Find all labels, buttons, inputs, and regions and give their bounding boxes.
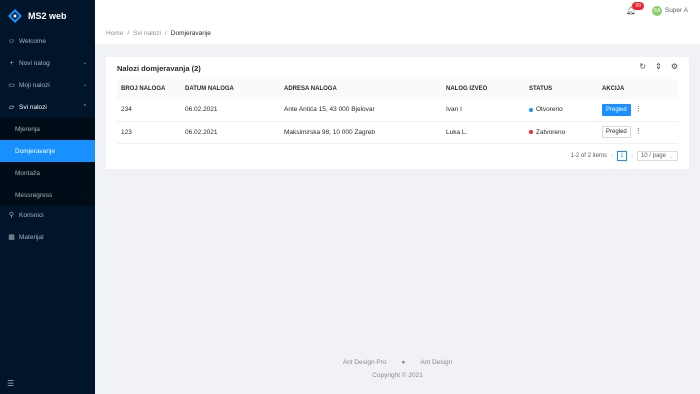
copyright: Copyright © 2021 — [372, 372, 423, 379]
user-icon: ⚲ — [8, 212, 15, 219]
sidebar-subitem-mjerenja[interactable]: Mjerenja — [0, 118, 95, 140]
sidebar-subitem-messregress[interactable]: Messregress — [0, 184, 95, 206]
pagination: 1-2 of 2 items ‹ 1 › 10 / page ⌄ — [571, 151, 678, 161]
smile-icon: ☺ — [7, 37, 16, 45]
sidebar-item-novi-nalog[interactable]: + Novi nalog ⌄ — [0, 52, 95, 74]
breadcrumb: Home / Svi nalozi / Domjeravanje — [95, 22, 700, 44]
sidebar-subitem-montaza[interactable]: Montaža — [0, 162, 95, 184]
status-text: Zatvoreno — [536, 128, 566, 136]
avatar[interactable]: SA — [652, 6, 662, 16]
orders-card: Nalozi domjeravanja (2) ↻ ⇕ ⚙ BROJ NALOG… — [106, 57, 689, 169]
folder-open-icon: ▱ — [8, 104, 15, 111]
chevron-right-icon[interactable]: › — [631, 153, 633, 159]
column-header: STATUS — [525, 79, 598, 99]
sidebar-item-korisnici[interactable]: ⚲ Korisnici — [0, 204, 95, 226]
cell-broj: 123 — [117, 121, 181, 144]
cell-akcija: Pregled ⋮ — [598, 121, 678, 144]
column-header: ADRESA NALOGA — [280, 79, 442, 99]
header: 🔔︎ 99 SA Super A — [95, 0, 700, 22]
cell-datum: 06.02.2021 — [181, 121, 280, 144]
reload-icon[interactable]: ↻ — [639, 62, 646, 71]
cell-adresa: Ante Antića 15, 43 000 Bjelovar — [280, 99, 442, 122]
pregled-button[interactable]: Pregled — [602, 126, 631, 138]
sidebar-item-label: Materijal — [19, 233, 44, 241]
table-row: 234 06.02.2021 Ante Antića 15, 43 000 Bj… — [117, 99, 678, 122]
notification-badge: 99 — [632, 2, 644, 10]
more-icon[interactable]: ⋮ — [635, 128, 642, 135]
footer-link-ant-design[interactable]: Ant Design — [420, 359, 452, 366]
user-name[interactable]: Super A — [665, 7, 688, 14]
footer-link-ant-design-pro[interactable]: Ant Design Pro — [343, 359, 387, 366]
breadcrumb-separator: / — [164, 29, 167, 37]
logo[interactable]: MS2 web — [8, 8, 67, 24]
breadcrumb-svi-nalozi[interactable]: Svi nalozi — [133, 30, 161, 37]
sidebar-item-label: Korisnici — [19, 211, 44, 219]
breadcrumb-current: Domjeravanje — [170, 29, 211, 37]
table-header-row: BROJ NALOGA DATUM NALOGA ADRESA NALOGA N… — [117, 79, 678, 99]
cell-izveo: Ivan I — [442, 99, 525, 122]
chevron-down-icon: ⌄ — [82, 60, 87, 66]
page-number[interactable]: 1 — [616, 151, 627, 161]
folder-icon: ▭ — [8, 82, 15, 89]
page-size-select[interactable]: 10 / page ⌄ — [636, 151, 678, 161]
sidebar-item-materijal[interactable]: ▦ Materijal — [0, 226, 95, 248]
sidebar-subitem-label: Mjerenja — [15, 125, 40, 133]
cell-akcija: Pregled ⋮ — [598, 99, 678, 122]
column-header: BROJ NALOGA — [117, 79, 181, 99]
column-header: NALOG IZVEO — [442, 79, 525, 99]
footer: Ant Design Pro ● Ant Design Copyright © … — [95, 359, 700, 379]
cell-broj: 234 — [117, 99, 181, 122]
sidebar-item-welcome[interactable]: ☺ Welcome — [0, 30, 95, 52]
sidebar-item-label: Novi nalog — [19, 59, 50, 67]
sidebar-item-moji-nalozi[interactable]: ▭ Moji nalozi ⌄ — [0, 74, 95, 96]
chevron-down-icon: ⌄ — [82, 82, 87, 88]
sidebar-item-label: Moji nalozi — [19, 81, 50, 89]
table-row: 123 06.02.2021 Maksimirska 98, 10 000 Za… — [117, 121, 678, 144]
column-header: AKCIJA — [598, 79, 678, 99]
table-toolbar: ↻ ⇕ ⚙ — [639, 62, 678, 71]
sidebar-item-label: Svi nalozi — [19, 103, 47, 111]
plus-icon: + — [9, 59, 14, 67]
column-header: DATUM NALOGA — [181, 79, 280, 99]
github-icon[interactable]: ● — [401, 359, 405, 366]
sidebar-item-svi-nalozi[interactable]: ▱ Svi nalozi ⌃ — [0, 96, 95, 118]
sidebar-subitem-label: Montaža — [15, 169, 40, 177]
breadcrumb-home[interactable]: Home — [106, 30, 123, 37]
menu-fold-icon[interactable]: ☰ — [7, 379, 14, 388]
cell-status: Zatvoreno — [525, 121, 598, 144]
sidebar-subitem-label: Messregress — [15, 191, 53, 199]
column-height-icon[interactable]: ⇕ — [655, 62, 662, 71]
status-dot — [529, 129, 533, 134]
cell-status: Otvoreno — [525, 99, 598, 122]
chevron-left-icon[interactable]: ‹ — [611, 153, 613, 159]
page-size-value: 10 / page — [640, 153, 666, 159]
orders-table: BROJ NALOGA DATUM NALOGA ADRESA NALOGA N… — [117, 79, 678, 144]
page-title: Nalozi domjeravanja (2) — [117, 64, 201, 73]
pregled-button[interactable]: Pregled — [602, 103, 631, 116]
chevron-up-icon: ⌃ — [82, 104, 87, 110]
more-icon[interactable]: ⋮ — [635, 106, 642, 113]
sidebar-item-label: Welcome — [19, 37, 46, 45]
chevron-down-icon: ⌄ — [668, 153, 674, 160]
setting-icon[interactable]: ⚙ — [671, 62, 678, 71]
pagination-summary: 1-2 of 2 items — [570, 153, 607, 159]
logo-icon — [8, 9, 22, 23]
cell-izveo: Luka L. — [442, 121, 525, 144]
table-icon: ▦ — [8, 234, 15, 241]
status-dot — [529, 107, 533, 112]
sidebar-subitem-domjeravanje[interactable]: Domjeravanje — [0, 140, 95, 162]
cell-datum: 06.02.2021 — [181, 99, 280, 122]
app-title: MS2 web — [28, 11, 67, 21]
breadcrumb-separator: / — [127, 29, 130, 37]
sidebar: MS2 web ☺ Welcome + Novi nalog ⌄ ▭ Moji … — [0, 0, 95, 394]
cell-adresa: Maksimirska 98, 10 000 Zagreb — [280, 121, 442, 144]
status-text: Otvoreno — [536, 106, 563, 114]
sidebar-subitem-label: Domjeravanje — [15, 147, 56, 155]
